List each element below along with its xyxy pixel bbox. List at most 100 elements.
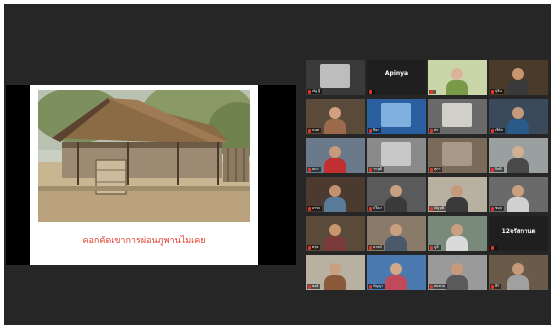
muted-microphone-icon [491,167,494,172]
participant-body [324,275,346,290]
participant-name-label: กิตติ [490,167,504,172]
participant-name-label: ธีร์ [490,284,502,289]
participant-body [324,119,346,134]
participant-body [385,275,407,290]
participant-name-label: พร [429,128,441,133]
muted-microphone-icon [430,245,433,250]
participant-name-label: วรวุฒิ [368,167,384,172]
participant-body [385,197,407,212]
participant-name-label [429,90,436,94]
participant-tile[interactable]: สมชาย [428,255,487,290]
participant-face [451,68,463,80]
participant-tile[interactable] [428,60,487,95]
participant-name-label: ณัฐวุฒิ [429,206,447,211]
participant-tile[interactable]: กัญญา [367,255,426,290]
participant-tile[interactable]: กิตติ [489,138,548,173]
participant-tile[interactable]: ปุลิน [489,60,548,95]
muted-microphone-icon [308,284,311,289]
participant-name-label: นนท [307,128,322,133]
camera-view [381,103,411,127]
muted-microphone-icon [491,89,494,94]
participant-face [329,146,341,158]
participant-tile[interactable]: ธนา [306,138,365,173]
participant-body [324,236,346,251]
participant-face [451,185,463,197]
participant-name: นนท [312,128,320,132]
participant-tile[interactable]: วรวุฒิ [367,138,426,173]
participant-name-label: ปิยะ [368,128,382,133]
participant-tile[interactable]: เฟิร์ส [489,99,548,134]
participant-tile[interactable]: ณัฐวุฒิ [428,177,487,212]
participant-tile[interactable]: ชนก [489,177,548,212]
participant-video [507,185,529,212]
participant-tile[interactable]: ณัฐ ฐิ [306,60,365,95]
participant-name-label: สมชาย [429,284,447,289]
muted-microphone-icon [369,90,372,94]
participant-face [329,263,341,275]
participant-name: ธนา [312,167,319,171]
muted-microphone-icon [491,206,494,211]
participant-video [446,263,468,290]
participant-tile[interactable]: นนท [306,99,365,134]
camera-view [320,64,350,88]
participant-name: พร [434,128,439,132]
shared-screen: คอกคัดเขาการผ่อนภูพานไมเคย [6,85,296,265]
participant-name: ภูมิ [434,245,439,249]
participant-video [507,146,529,173]
participant-tile[interactable]: สุภา [428,138,487,173]
participant-name: สมชาย [434,284,445,288]
participant-tile[interactable]: ภูมิ [428,216,487,251]
participant-tile[interactable]: ปิยะ [367,99,426,134]
participant-face [390,263,402,275]
muted-microphone-icon [430,206,433,211]
muted-microphone-icon [369,128,372,133]
participant-body [446,236,468,251]
participant-name: วรวุฒิ [373,167,382,171]
participant-video [324,146,346,173]
participant-body [324,197,346,212]
participant-name: มายด์ [373,245,382,249]
muted-microphone-icon [308,245,311,250]
muted-microphone-icon [491,246,494,250]
participant-video [446,224,468,251]
participant-video [507,263,529,290]
participant-body [446,275,468,290]
participant-tile[interactable]: อรรถ [306,177,365,212]
participant-name-label: เฟิร์ส [490,128,505,133]
participant-video [385,263,407,290]
participant-display-name: 12จรัสกานต [501,228,536,235]
muted-microphone-icon [430,128,433,133]
participant-tile[interactable]: ปวีณา [367,177,426,212]
participant-face [451,263,463,275]
participant-name-label [368,90,375,94]
participant-tile[interactable]: ศรุต [306,216,365,251]
participant-tile[interactable]: พงษ์ [306,255,365,290]
muted-microphone-icon [369,245,372,250]
participant-display-name: Apinya [384,70,409,77]
participant-body [324,158,346,173]
participant-face [329,185,341,197]
participant-name-label: ธนา [307,167,321,172]
muted-microphone-icon [308,167,311,172]
muted-microphone-icon [491,284,494,289]
participant-tile[interactable]: พร [428,99,487,134]
muted-microphone-icon [430,167,433,172]
participant-name-label: ศรุต [307,245,321,250]
participant-name: กัญญา [373,284,384,288]
participant-video [446,185,468,212]
slide-photo [38,90,250,222]
participant-name-label: สุภา [429,167,443,172]
participant-body [507,197,529,212]
participant-tile[interactable]: Apinya [367,60,426,95]
participant-tile[interactable]: ธีร์ [489,255,548,290]
participant-name: อรรถ [312,206,320,210]
participant-tile[interactable]: 12จรัสกานต [489,216,548,251]
muted-microphone-icon [369,284,372,289]
participant-name-label: ปุลิน [490,89,504,94]
participant-name: ปุลิน [495,89,502,93]
video-background [367,60,426,95]
participant-name: กิตติ [495,167,502,171]
participant-face [512,68,524,80]
participant-tile[interactable]: มายด์ [367,216,426,251]
participant-body [507,119,529,134]
